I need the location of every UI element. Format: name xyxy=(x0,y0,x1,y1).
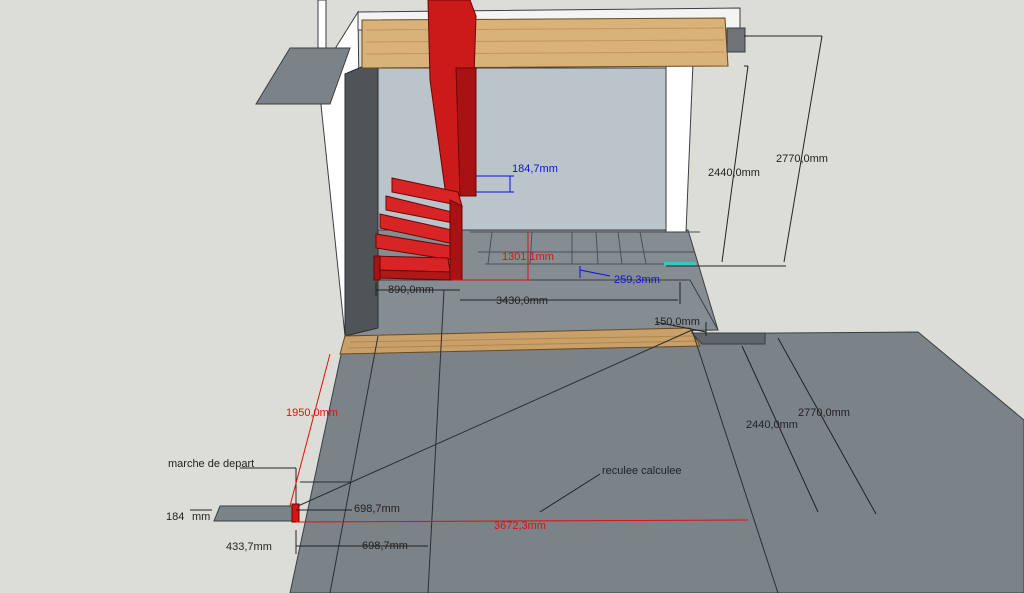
label-offset-150: 150,0mm xyxy=(654,316,700,328)
red-start-step xyxy=(291,503,300,523)
beam-end-cap xyxy=(726,27,746,53)
label-lower-height-outer: 2770,0mm xyxy=(798,407,850,419)
label-upper-height-outer: 2770,0mm xyxy=(776,153,828,165)
label-offset-433: 433,7mm xyxy=(226,541,272,553)
label-upper-height-inner: 2440,0mm xyxy=(708,167,760,179)
label-riser-left-unit: mm xyxy=(192,511,210,523)
label-width-3430: 3430,0mm xyxy=(496,295,548,307)
label-reculee-calculee: reculee calculee xyxy=(602,465,682,477)
label-riser-left: 184 xyxy=(166,511,184,523)
label-riser-blue: 184,7mm xyxy=(512,163,558,175)
label-height-red: 1301,1mm xyxy=(502,251,554,263)
stair-upper-stringer-side xyxy=(455,67,477,197)
lower-step-slab xyxy=(213,505,297,522)
label-lower-height-inner: 2440,0mm xyxy=(746,419,798,431)
label-run-red: 3672,3mm xyxy=(494,520,546,532)
staircase-3d-diagram: 2770,0mm 2440,0mm 184,7mm 1301,1mm 259,3… xyxy=(0,0,1024,593)
label-width-890: 890,0mm xyxy=(388,284,434,296)
label-depth-red: 1950,0mm xyxy=(286,407,338,419)
label-marche-de-depart: marche de depart xyxy=(168,458,254,470)
lower-floor xyxy=(289,331,1024,593)
label-going-upper: 698,7mm xyxy=(354,503,400,515)
right-sill-slab xyxy=(690,332,766,345)
wooden-beam-top xyxy=(361,17,729,69)
label-tread-blue: 259,3mm xyxy=(614,274,660,286)
left-wall-inner xyxy=(344,59,379,337)
label-going-lower: 698,7mm xyxy=(362,540,408,552)
